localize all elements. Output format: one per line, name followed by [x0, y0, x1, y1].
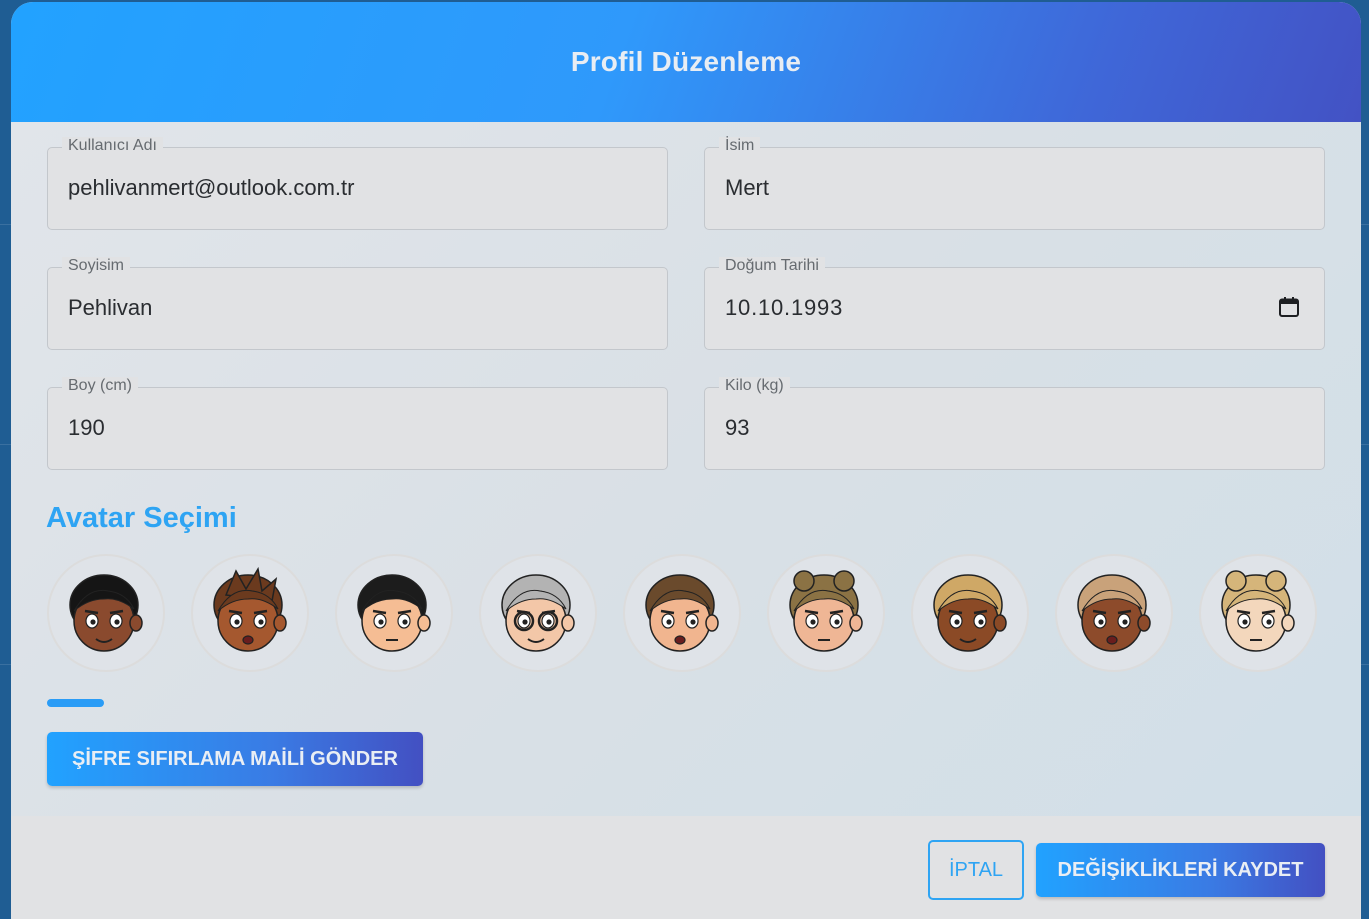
avatar-option[interactable] [1199, 554, 1317, 672]
avatar-scrollbar[interactable] [47, 699, 104, 707]
avatar-short-black-hair-boy-icon [357, 574, 431, 652]
birth-date-label: Doğum Tarihi [719, 257, 825, 275]
weight-input[interactable]: 93 [725, 415, 749, 441]
dialog-header: Profil Düzenleme [11, 2, 1361, 122]
avatar-list [47, 554, 1317, 672]
avatar-spiky-hair-boy-icon [213, 566, 287, 652]
weight-field[interactable]: Kilo (kg) 93 [704, 377, 1325, 470]
avatar-option[interactable] [623, 554, 741, 672]
calendar-icon[interactable] [1278, 296, 1300, 318]
avatar-curly-dark-hair-girl-icon [69, 574, 143, 652]
last-name-field[interactable]: Soyisim Pehlivan [47, 257, 668, 350]
last-name-label: Soyisim [62, 257, 131, 275]
avatar-blonde-buns-girl-icon [1221, 570, 1295, 652]
profile-edit-dialog: Profil Düzenleme Kullanıcı Adı pehlivanm… [11, 2, 1361, 919]
username-input[interactable]: pehlivanmert@outlook.com.tr [68, 175, 354, 201]
avatar-angry-brown-hair-boy-icon [645, 574, 719, 652]
first-name-field[interactable]: İsim Mert [704, 137, 1325, 230]
username-label: Kullanıcı Adı [62, 137, 163, 155]
avatar-option[interactable] [335, 554, 453, 672]
dialog-title: Profil Düzenleme [570, 46, 802, 77]
save-changes-button[interactable]: DEĞİŞİKLİKLERİ KAYDET [1036, 843, 1325, 897]
username-field[interactable]: Kullanıcı Adı pehlivanmert@outlook.com.t… [47, 137, 668, 230]
birth-date-input[interactable]: 10.10.1993 [725, 295, 843, 321]
last-name-input[interactable]: Pehlivan [68, 295, 152, 321]
weight-label: Kilo (kg) [719, 377, 790, 395]
avatar-option[interactable] [47, 554, 165, 672]
dialog-body: Kullanıcı Adı pehlivanmert@outlook.com.t… [11, 122, 1361, 816]
first-name-input[interactable]: Mert [725, 175, 769, 201]
avatar-bun-hair-girl-icon [789, 570, 863, 652]
avatar-option[interactable] [911, 554, 1029, 672]
avatar-blonde-bob-girl-icon [933, 574, 1007, 652]
height-input[interactable]: 190 [68, 415, 105, 441]
avatar-grey-hair-glasses-icon [501, 574, 575, 652]
avatar-option[interactable] [479, 554, 597, 672]
height-label: Boy (cm) [62, 377, 138, 395]
avatar-section-heading: Avatar Seçimi [46, 502, 237, 534]
avatar-option[interactable] [767, 554, 885, 672]
send-password-reset-button[interactable]: ŞİFRE SIFIRLAMA MAİLİ GÖNDER [47, 732, 423, 786]
avatar-option[interactable] [191, 554, 309, 672]
height-field[interactable]: Boy (cm) 190 [47, 377, 668, 470]
first-name-label: İsim [719, 137, 761, 155]
avatar-short-blonde-hair-icon [1077, 574, 1151, 652]
avatar-option[interactable] [1055, 554, 1173, 672]
cancel-button[interactable]: İPTAL [928, 840, 1024, 900]
birth-date-field[interactable]: Doğum Tarihi 10.10.1993 [704, 257, 1325, 350]
dialog-footer: İPTAL DEĞİŞİKLİKLERİ KAYDET [11, 816, 1361, 919]
